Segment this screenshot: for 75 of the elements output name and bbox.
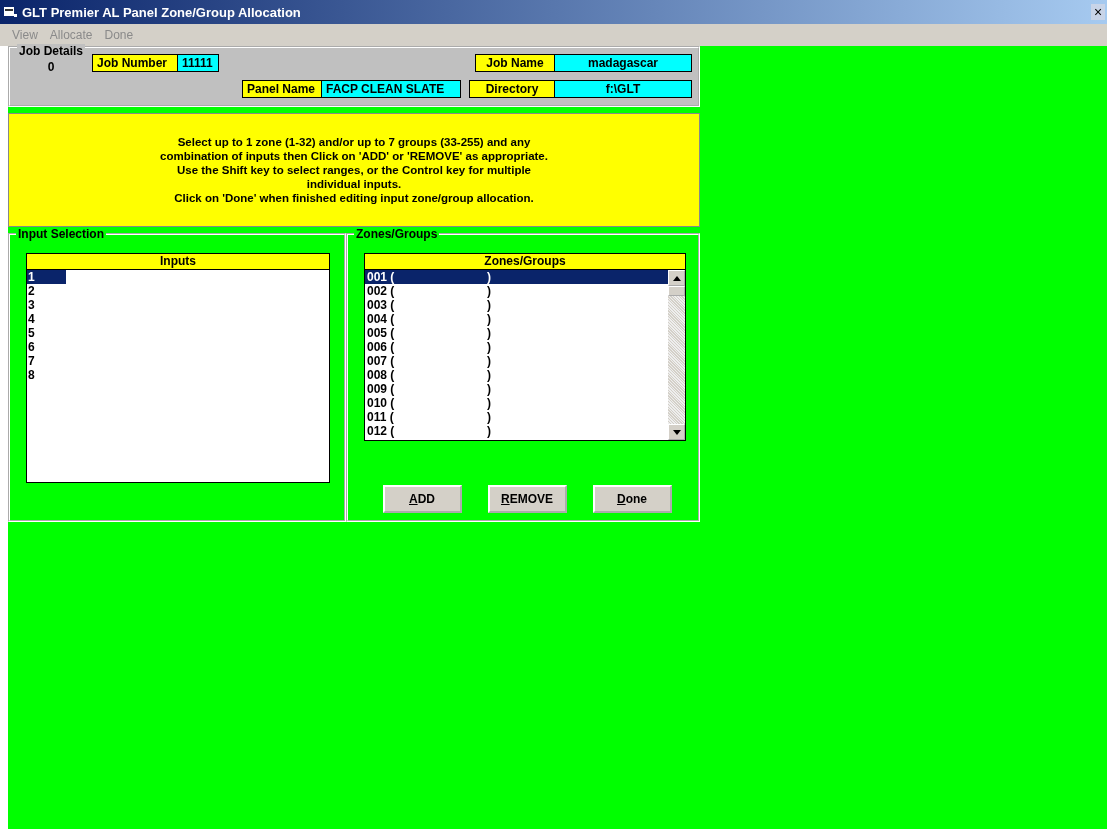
zone-bracket: ): [487, 298, 491, 312]
column-header: Zones/Groups: [365, 254, 685, 270]
list-item[interactable]: 1: [27, 270, 66, 284]
zone-bracket: ): [487, 354, 491, 368]
zone-number: 005 (: [367, 326, 396, 340]
down-arrow-icon: [672, 429, 681, 435]
action-button[interactable]: ADD: [382, 485, 462, 513]
zone-bracket: ): [487, 396, 491, 410]
list-item[interactable]: 4: [27, 312, 66, 326]
scroll-thumb[interactable]: [668, 286, 685, 296]
zone-number: 011 (: [367, 410, 395, 424]
window-title: GLT Premier AL Panel Zone/Group Allocation: [22, 4, 301, 20]
list-item[interactable]: 004 ( ): [365, 312, 668, 326]
list-item[interactable]: 011 ( ): [365, 410, 668, 424]
zone-bracket: ): [487, 326, 491, 340]
app-icon: [4, 6, 18, 18]
group-label: Input Selection: [16, 227, 106, 241]
zone-bracket: ): [487, 340, 491, 354]
scroll-up-button[interactable]: [668, 270, 685, 286]
list-item[interactable]: 003 ( ): [365, 298, 668, 312]
field-label: Directory: [470, 81, 554, 97]
list-item[interactable]: 3: [27, 298, 66, 312]
zone-number: 009 (: [367, 382, 396, 396]
instruction-text: Select up to 1 zone (1-32) and/or up to 7 groups (33-255) and any: [177, 135, 531, 149]
instruction-text: combination of inputs then Click on 'ADD' or 'REMOVE' as appropriate.: [160, 149, 548, 163]
list-item[interactable]: 7: [27, 354, 66, 368]
zone-number: 010 (: [367, 396, 396, 410]
list-item[interactable]: 010 ( ): [365, 396, 668, 410]
field-value: 11111: [177, 55, 218, 71]
action-button[interactable]: REMOVE: [487, 485, 567, 513]
group-label: Job Details: [17, 44, 85, 58]
job-details-value: 0: [47, 60, 55, 74]
field-value: madagascar: [554, 55, 691, 71]
instruction-text: individual inputs.: [306, 177, 402, 191]
zone-number: 006 (: [367, 340, 396, 354]
list-item[interactable]: 005 ( ): [365, 326, 668, 340]
field-value: f:\GLT: [554, 81, 691, 97]
list-item[interactable]: 8: [27, 368, 66, 382]
list-item[interactable]: 001 ( ): [365, 270, 668, 284]
list-item[interactable]: 007 ( ): [365, 354, 668, 368]
zone-number: 008 (: [367, 368, 396, 382]
column-header: Inputs: [27, 254, 329, 270]
zone-number: 012 (: [367, 424, 396, 438]
field-value: FACP CLEAN SLATE: [321, 81, 460, 97]
list-item[interactable]: 002 ( ): [365, 284, 668, 298]
zone-bracket: ): [487, 270, 491, 284]
zone-bracket: ): [487, 410, 491, 424]
list-item[interactable]: 008 ( ): [365, 368, 668, 382]
zone-number: 007 (: [367, 354, 396, 368]
list-item[interactable]: 5: [27, 326, 66, 340]
scrollbar[interactable]: [668, 270, 685, 440]
zone-number: 001 (: [367, 270, 396, 284]
zone-bracket: ): [487, 382, 491, 396]
zone-bracket: ): [487, 424, 491, 438]
zone-number: 003 (: [367, 298, 396, 312]
list-item[interactable]: 012 ( ): [365, 424, 668, 438]
field-label: Panel Name: [243, 81, 321, 97]
scroll-down-button[interactable]: [668, 424, 685, 440]
field-label: Job Number: [93, 55, 177, 71]
group-label: Zones/Groups: [354, 227, 440, 241]
instruction-text: Click on 'Done' when finished editing input zone/group allocation.: [174, 191, 534, 205]
list-item[interactable]: 2: [27, 284, 66, 298]
instruction-text: Use the Shift key to select ranges, or the Control key for multiple: [177, 163, 531, 177]
list-item[interactable]: 006 ( ): [365, 340, 668, 354]
zone-bracket: ): [487, 368, 491, 382]
close-button[interactable]: ×: [1091, 4, 1105, 20]
action-button[interactable]: Done: [592, 485, 672, 513]
list-item[interactable]: 6: [27, 340, 66, 354]
list-item[interactable]: 009 ( ): [365, 382, 668, 396]
zone-number: 002 (: [367, 284, 396, 298]
zone-number: 004 (: [367, 312, 396, 326]
zone-bracket: ): [487, 284, 491, 298]
zone-bracket: ): [487, 312, 491, 326]
up-arrow-icon: [672, 275, 681, 281]
field-label: Job Name: [476, 55, 554, 71]
